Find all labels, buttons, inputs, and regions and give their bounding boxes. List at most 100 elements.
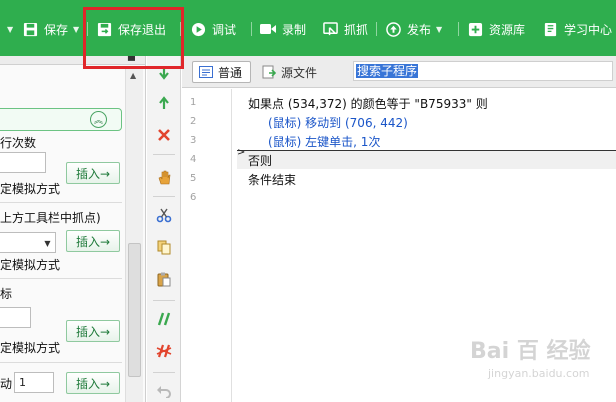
panel-divider xyxy=(0,278,122,279)
toolbar-separator xyxy=(376,22,377,36)
chevron-down-icon[interactable]: ▼ xyxy=(436,25,442,34)
chevron-down-icon[interactable]: ▼ xyxy=(73,25,79,34)
record-button[interactable]: 录制 xyxy=(260,18,306,40)
move-count-input[interactable]: 1 xyxy=(14,372,54,393)
code-line-end-if[interactable]: 条件结束 xyxy=(248,171,296,188)
search-selected-text: 搜索子程序 xyxy=(356,64,419,78)
current-line-highlight xyxy=(237,150,616,169)
insert-button[interactable]: 插入→ xyxy=(66,372,120,394)
scroll-up-arrow-icon[interactable]: ▲ xyxy=(130,71,136,80)
insert-button[interactable]: 插入→ xyxy=(66,230,120,252)
save-label: 保存 xyxy=(44,22,69,37)
move-up-arrow-icon[interactable] xyxy=(155,94,173,112)
move-down-arrow-icon[interactable] xyxy=(155,64,173,82)
cut-scissors-icon[interactable] xyxy=(155,206,173,224)
toolbar-separator xyxy=(458,22,459,36)
line-number-gutter: 1 2 3 4 5 6 xyxy=(182,89,232,402)
toolbar-dropdown-arrow[interactable]: ▼ xyxy=(2,18,13,40)
insert-button[interactable]: 插入→ xyxy=(66,320,120,342)
strip-separator xyxy=(153,154,175,155)
code-line-else[interactable]: 否则 xyxy=(248,152,272,169)
line-number: 5 xyxy=(190,173,197,184)
caret-marker-icon: > xyxy=(237,147,246,158)
coordinate-input[interactable] xyxy=(0,307,31,328)
strip-separator xyxy=(153,300,175,301)
strip-separator xyxy=(153,196,175,197)
chevron-down-icon: ▼ xyxy=(7,24,14,34)
toolbar-separator xyxy=(87,22,88,36)
resource-library-label: 资源库 xyxy=(489,22,526,37)
baidu-watermark-logo: Bai 百 经验 xyxy=(470,339,591,364)
plus-box-icon xyxy=(467,21,483,37)
floppy-disk-icon xyxy=(22,21,38,37)
baidu-watermark-url: jingyan.baidu.com xyxy=(488,367,590,380)
command-property-panel: ▀ ︽ 行次数 定模拟方式 插入→ 上方工具栏中抓点) ▼ 定模拟方式 插入→ … xyxy=(0,56,146,402)
tab-normal-label: 普通 xyxy=(218,65,243,80)
uncomment-slashes-icon[interactable] xyxy=(155,342,173,360)
capture-point-hint-label: 上方工具栏中抓点) xyxy=(0,211,101,225)
collapse-up-icon[interactable]: ︽ xyxy=(90,111,107,128)
line-number: 1 xyxy=(190,97,197,108)
capture-label: 抓抓 xyxy=(344,22,369,37)
move-label: 动 xyxy=(0,377,13,391)
publish-label: 发布 xyxy=(407,22,432,37)
panel-divider xyxy=(0,362,122,363)
publish-upload-icon xyxy=(385,21,401,37)
capture-button[interactable]: 抓抓 xyxy=(322,18,368,40)
tab-normal[interactable]: 普通 xyxy=(192,61,252,83)
loop-count-input[interactable] xyxy=(0,152,46,173)
simulation-mode-label: 定模拟方式 xyxy=(0,182,61,196)
screen-capture-icon xyxy=(322,21,338,37)
paste-clipboard-icon[interactable] xyxy=(155,270,173,288)
undo-arrow-icon[interactable] xyxy=(155,382,173,400)
learning-center-label: 学习中心 xyxy=(564,22,613,37)
save-and-exit-label: 保存退出 xyxy=(118,22,167,37)
resource-library-button[interactable]: 资源库 xyxy=(467,18,525,40)
main-toolbar: ▼ 保存 ▼ 保存退出 调试 录制 抓抓 发布 ▼ 资源库 学习中心 xyxy=(0,0,616,56)
editor-tabs-bar: 普通 源文件 搜索子程序 xyxy=(182,56,616,88)
code-line-left-click[interactable]: (鼠标) 左键单击, 1次 xyxy=(268,133,380,150)
play-icon xyxy=(190,21,206,37)
pin-icon[interactable]: ▀ xyxy=(128,57,135,67)
simulation-mode-label: 定模拟方式 xyxy=(0,341,61,355)
loop-count-label: 行次数 xyxy=(0,136,37,150)
panel-divider xyxy=(0,202,122,203)
strip-separator xyxy=(153,372,175,373)
normal-view-icon xyxy=(199,65,213,79)
tab-source-label: 源文件 xyxy=(281,65,318,80)
record-label: 录制 xyxy=(282,22,307,37)
line-number: 6 xyxy=(190,192,197,203)
line-number: 2 xyxy=(190,116,197,127)
comment-slashes-icon[interactable] xyxy=(155,310,173,328)
scrollbar-thumb[interactable] xyxy=(128,243,141,377)
hand-pointer-icon[interactable] xyxy=(155,168,173,186)
line-number: 4 xyxy=(190,154,197,165)
group-header-bar[interactable]: ︽ xyxy=(0,108,122,131)
book-icon xyxy=(542,21,558,37)
subroutine-search-input[interactable]: 搜索子程序 xyxy=(353,61,613,81)
toolbar-separator xyxy=(180,22,181,36)
save-button[interactable]: 保存 ▼ xyxy=(22,18,79,40)
debug-button[interactable]: 调试 xyxy=(190,18,236,40)
source-file-icon xyxy=(262,65,276,79)
panel-header: ▀ xyxy=(0,56,145,67)
publish-button[interactable]: 发布 ▼ xyxy=(385,18,442,40)
insert-button[interactable]: 插入→ xyxy=(66,162,120,184)
chevron-down-icon[interactable]: ▼ xyxy=(40,236,55,251)
tab-source[interactable]: 源文件 xyxy=(262,61,317,83)
copy-icon[interactable] xyxy=(155,238,173,256)
code-line-if-color[interactable]: 如果点 (534,372) 的颜色等于 "B75933" 则 xyxy=(248,95,488,112)
save-and-exit-button[interactable]: 保存退出 xyxy=(96,18,166,40)
editor-action-strip xyxy=(147,56,181,402)
debug-label: 调试 xyxy=(212,22,237,37)
coordinate-label: 标 xyxy=(0,287,13,301)
video-camera-icon xyxy=(260,21,276,37)
learning-center-button[interactable]: 学习中心 xyxy=(542,18,612,40)
panel-scrollbar[interactable]: ▲ xyxy=(125,67,143,402)
toolbar-separator xyxy=(251,22,252,36)
save-exit-icon xyxy=(96,21,112,37)
simulation-mode-label: 定模拟方式 xyxy=(0,258,61,272)
code-line-mouse-move[interactable]: (鼠标) 移动到 (706, 442) xyxy=(268,114,408,131)
delete-x-icon[interactable] xyxy=(155,126,173,144)
line-number: 3 xyxy=(190,135,197,146)
